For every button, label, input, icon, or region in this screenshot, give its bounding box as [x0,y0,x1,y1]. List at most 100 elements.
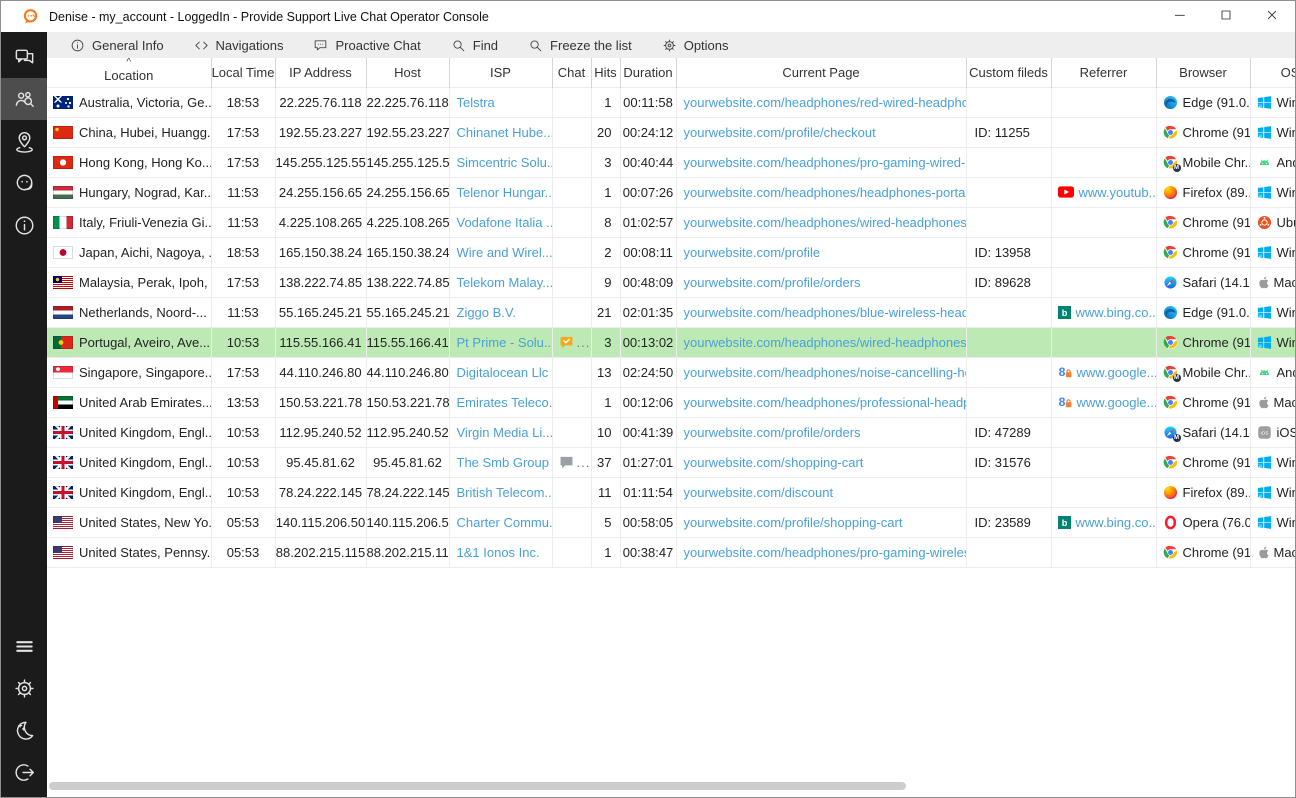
cell-current-page-link[interactable]: yourwebsite.com/profile/shopping-cart [676,507,966,537]
cell-isp-link[interactable]: Vodafone Italia ... [449,207,552,237]
opera-icon [1163,515,1178,530]
referrer-link[interactable]: www.bing.co... [1076,305,1157,320]
cell-current-page-link[interactable]: yourwebsite.com/headphones/red-wired-hea… [676,87,966,117]
cell-referrer[interactable]: bwww.bing.co... [1051,297,1156,327]
visitor-row[interactable]: Netherlands, Noord-...11:5355.165.245.21… [47,297,1295,327]
referrer-link[interactable]: www.youtub... [1079,185,1157,200]
visitor-row[interactable]: United Kingdom, Engl...10:5395.45.81.629… [47,447,1295,477]
maximize-button[interactable] [1203,1,1249,32]
cell-current-page-link[interactable]: yourwebsite.com/profile [676,237,966,267]
visitor-row[interactable]: China, Hubei, Huangg...17:53192.55.23.22… [47,117,1295,147]
toolbar-button-proactive-chat[interactable]: Proactive Chat [298,32,435,58]
cell-isp-link[interactable]: Telenor Hungar... [449,177,552,207]
cell-isp-link[interactable]: Ziggo B.V. [449,297,552,327]
win10-icon: 10 [1257,95,1272,110]
visitor-row[interactable]: United Arab Emirates...13:53150.53.221.7… [47,387,1295,417]
column-header-browser[interactable]: Browser [1156,58,1250,87]
cell-isp-link[interactable]: Telstra [449,87,552,117]
cell-isp-link[interactable]: Chinanet Hube... [449,117,552,147]
cell-isp-link[interactable]: 1&1 Ionos Inc. [449,537,552,567]
cell-isp-link[interactable]: Simcentric Solu... [449,147,552,177]
cell-referrer[interactable]: 8www.google... [1051,387,1156,417]
column-header-local-time[interactable]: Local Time [211,58,275,87]
cell-custom-fields: ID: 11255 [966,117,1051,147]
column-header-ip-address[interactable]: IP Address [275,58,366,87]
visitor-row[interactable]: Japan, Aichi, Nagoya, ...18:53165.150.38… [47,237,1295,267]
visitor-row[interactable]: United Kingdom, Engl...10:5378.24.222.14… [47,477,1295,507]
visitor-row[interactable]: Portugal, Aveiro, Ave...10:53115.55.166.… [47,327,1295,357]
toolbar-button-general-info[interactable]: General Info [55,32,179,58]
cell-current-page-link[interactable]: yourwebsite.com/shopping-cart [676,447,966,477]
column-header-current-page[interactable]: Current Page [676,58,966,87]
close-button[interactable] [1249,1,1295,32]
visitor-row[interactable]: Italy, Friuli-Venezia Gi...11:534.225.10… [47,207,1295,237]
visitor-row[interactable]: United States, Pennsy...05:5388.202.215.… [47,537,1295,567]
cell-current-page-link[interactable]: yourwebsite.com/headphones/professional-… [676,387,966,417]
visitor-row[interactable]: Hong Kong, Hong Ko...17:53145.255.125.55… [47,147,1295,177]
sidebar-item-visitors[interactable] [1,78,47,120]
visitor-row[interactable]: Malaysia, Perak, Ipoh, ...17:53138.222.7… [47,267,1295,297]
cell-current-page-link[interactable]: yourwebsite.com/profile/checkout [676,117,966,147]
sidebar-item-visitor-map[interactable] [1,120,47,162]
browser-label: Chrome (91... [1183,395,1251,410]
cell-browser: Firefox (89... [1156,477,1250,507]
column-header-referrer[interactable]: Referrer [1051,58,1156,87]
cell-isp-link[interactable]: Virgin Media Li... [449,417,552,447]
cell-current-page-link[interactable]: yourwebsite.com/headphones/wired-headpho… [676,327,966,357]
toolbar-button-freeze-the-list[interactable]: Freeze the list [513,32,647,58]
column-header-host[interactable]: Host [366,58,449,87]
referrer-link[interactable]: www.bing.co... [1076,515,1157,530]
column-header-duration[interactable]: Duration [620,58,676,87]
cell-current-page-link[interactable]: yourwebsite.com/headphones/noise-cancell… [676,357,966,387]
cell-isp-link[interactable]: The Smb Group [449,447,552,477]
cell-current-page-link[interactable]: yourwebsite.com/profile/orders [676,417,966,447]
column-header-os[interactable]: OS [1250,58,1295,87]
referrer-link[interactable]: www.google... [1077,365,1157,380]
sidebar-item-operators[interactable] [1,162,47,204]
cell-isp-link[interactable]: Digitalocean Llc [449,357,552,387]
cell-isp-link[interactable]: Telekom Malay... [449,267,552,297]
cell-referrer[interactable]: 8www.google... [1051,357,1156,387]
sidebar-item-account-info[interactable] [1,204,47,246]
column-header-chat[interactable]: Chat [552,58,591,87]
referrer-link[interactable]: www.google... [1077,395,1157,410]
cell-current-page-link[interactable]: yourwebsite.com/headphones/blue-wireless… [676,297,966,327]
browser-label: Safari (14.1) [1183,275,1251,290]
minimize-button[interactable] [1157,1,1203,32]
visitor-row[interactable]: United States, New Yo...05:53140.115.206… [47,507,1295,537]
visitor-row[interactable]: United Kingdom, Engl...10:53112.95.240.5… [47,417,1295,447]
cell-isp-link[interactable]: Emirates Teleco... [449,387,552,417]
sidebar-item-chats[interactable] [1,36,47,78]
sidebar-item-logout[interactable] [1,751,47,793]
column-header-isp[interactable]: ISP [449,58,552,87]
cell-current-page-link[interactable]: yourwebsite.com/headphones/headphones-po… [676,177,966,207]
visitor-row[interactable]: Singapore, Singapore...17:5344.110.246.8… [47,357,1295,387]
toolbar-button-navigations[interactable]: Navigations [179,32,299,58]
cell-isp-link[interactable]: British Telecom... [449,477,552,507]
cell-current-page-link[interactable]: yourwebsite.com/headphones/pro-gaming-wi… [676,537,966,567]
scrollbar-thumb[interactable] [49,782,906,790]
horizontal-scrollbar[interactable] [49,782,1295,790]
cell-current-page-link[interactable]: yourwebsite.com/headphones/pro-gaming-wi… [676,147,966,177]
sidebar-item-night-mode[interactable] [1,709,47,751]
chrome-icon [1163,125,1178,140]
toolbar-button-options[interactable]: Options [647,32,744,58]
sidebar-item-menu[interactable] [1,625,47,667]
column-header-location[interactable]: ^Location [47,58,211,87]
cell-isp-link[interactable]: Wire and Wirel... [449,237,552,267]
cell-current-page-link[interactable]: yourwebsite.com/profile/orders [676,267,966,297]
column-header-custom-fileds[interactable]: Custom fileds [966,58,1051,87]
toolbar-button-find[interactable]: Find [436,32,513,58]
column-header-hits[interactable]: Hits [591,58,620,87]
cell-current-page-link[interactable]: yourwebsite.com/headphones/wired-headpho… [676,207,966,237]
cell-referrer[interactable]: bwww.bing.co... [1051,507,1156,537]
cell-host: 150.53.221.78 [366,387,449,417]
cell-custom-fields [966,357,1051,387]
cell-referrer[interactable]: www.youtub... [1051,177,1156,207]
visitor-row[interactable]: Australia, Victoria, Ge...18:5322.225.76… [47,87,1295,117]
visitor-row[interactable]: Hungary, Nograd, Kar...11:5324.255.156.6… [47,177,1295,207]
sidebar-item-settings[interactable] [1,667,47,709]
cell-isp-link[interactable]: Pt Prime - Solu... [449,327,552,357]
cell-current-page-link[interactable]: yourwebsite.com/discount [676,477,966,507]
cell-isp-link[interactable]: Charter Commu... [449,507,552,537]
